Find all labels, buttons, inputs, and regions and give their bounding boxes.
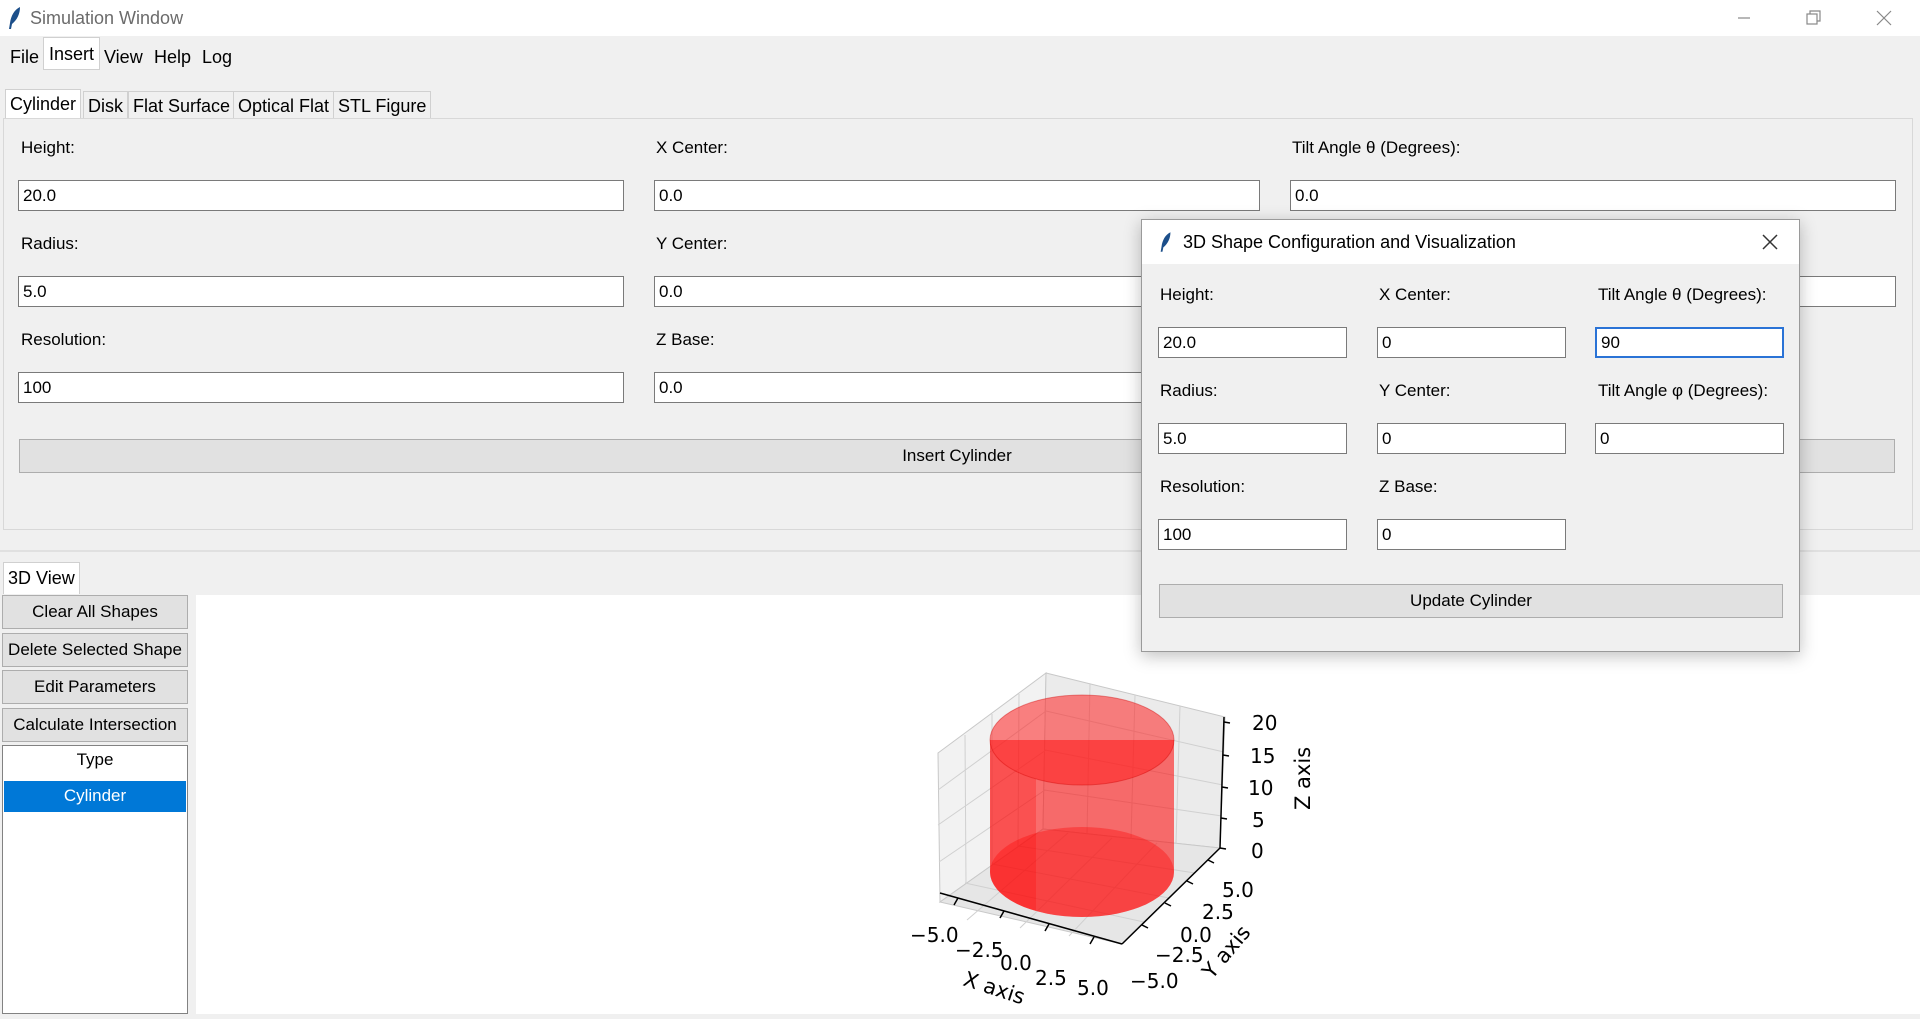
menu-file[interactable]: File — [4, 40, 45, 70]
y-tick: 2.5 — [1202, 900, 1234, 924]
x-tick: −2.5 — [955, 938, 1004, 962]
x-tick: 0.0 — [1000, 951, 1032, 975]
shape-list[interactable]: Type Cylinder — [2, 745, 188, 1014]
dialog-y-center-input[interactable] — [1377, 423, 1566, 454]
window-title: Simulation Window — [30, 8, 184, 28]
close-icon — [1762, 234, 1778, 250]
dialog-radius-label: Radius: — [1160, 381, 1218, 400]
height-label: Height: — [21, 138, 75, 157]
dialog-tilt-phi-input[interactable] — [1595, 423, 1784, 454]
dialog-height-label: Height: — [1160, 285, 1214, 304]
x-tick: −5.0 — [910, 923, 959, 947]
calculate-intersection-button[interactable]: Calculate Intersection — [2, 708, 188, 742]
cylinder-shape — [989, 694, 1175, 917]
menu-view[interactable]: View — [98, 40, 149, 70]
radius-label: Radius: — [21, 234, 79, 253]
dialog-tilt-theta-input[interactable] — [1595, 327, 1784, 358]
y-tick: 5.0 — [1222, 878, 1254, 902]
dialog-z-base-input[interactable] — [1377, 519, 1566, 550]
dialog-y-center-label: Y Center: — [1379, 381, 1451, 400]
dialog-height-input[interactable] — [1158, 327, 1347, 358]
x-center-input[interactable] — [654, 180, 1260, 211]
feather-icon — [1160, 232, 1171, 252]
height-input[interactable] — [18, 180, 624, 211]
restore-button[interactable] — [1779, 0, 1849, 36]
dialog-radius-input[interactable] — [1158, 423, 1347, 454]
z-axis-label: Z axis — [1291, 747, 1315, 810]
menu-insert[interactable]: Insert — [43, 37, 101, 70]
menu-log[interactable]: Log — [196, 40, 238, 70]
close-window-button[interactable] — [1849, 0, 1919, 36]
dialog-z-base-label: Z Base: — [1379, 477, 1438, 496]
feather-icon — [9, 7, 20, 29]
dialog-close-button[interactable] — [1750, 224, 1790, 260]
y-center-label: Y Center: — [656, 234, 728, 253]
radius-input[interactable] — [18, 276, 624, 307]
dialog-tilt-theta-label: Tilt Angle θ (Degrees): — [1598, 285, 1767, 304]
menu-help[interactable]: Help — [148, 40, 197, 70]
list-header[interactable]: Type — [3, 750, 187, 770]
y-tick: 0.0 — [1180, 923, 1212, 947]
tab-optical-flat[interactable]: Optical Flat — [233, 91, 335, 119]
dialog-x-center-label: X Center: — [1379, 285, 1451, 304]
x-tick: 5.0 — [1077, 976, 1109, 1000]
z-tick: 20 — [1252, 711, 1277, 735]
dialog-tilt-phi-label: Tilt Angle φ (Degrees): — [1598, 381, 1769, 400]
x-tick: 2.5 — [1035, 966, 1067, 990]
z-base-label: Z Base: — [656, 330, 715, 349]
z-tick: 0 — [1251, 839, 1264, 863]
tilt-theta-input[interactable] — [1290, 180, 1896, 211]
clear-all-shapes-button[interactable]: Clear All Shapes — [2, 595, 188, 629]
z-tick: 10 — [1248, 776, 1273, 800]
dialog-resolution-label: Resolution: — [1160, 477, 1246, 496]
z-tick: 15 — [1250, 744, 1275, 768]
z-tick: 5 — [1252, 808, 1265, 832]
restore-icon — [1806, 10, 1821, 25]
3d-plot: 20 15 10 5 0 Z axis −5.0 −2.5 0.0 2.5 5.… — [910, 671, 1315, 1009]
y-tick: −5.0 — [1130, 969, 1179, 993]
delete-selected-shape-button[interactable]: Delete Selected Shape — [2, 633, 188, 667]
tilt-theta-label: Tilt Angle θ (Degrees): — [1292, 138, 1461, 157]
list-item[interactable]: Cylinder — [4, 781, 186, 812]
minimize-icon — [1738, 17, 1750, 19]
x-center-label: X Center: — [656, 138, 728, 157]
tab-stl-figure[interactable]: STL Figure — [333, 91, 432, 119]
tab-3d-view[interactable]: 3D View — [3, 562, 80, 594]
edit-parameters-button[interactable]: Edit Parameters — [2, 670, 188, 704]
dialog-title-bar: 3D Shape Configuration and Visualization — [1142, 220, 1799, 264]
dialog-x-center-input[interactable] — [1377, 327, 1566, 358]
resolution-label: Resolution: — [21, 330, 107, 349]
shape-config-dialog: 3D Shape Configuration and Visualization… — [1141, 219, 1800, 652]
dialog-title: 3D Shape Configuration and Visualization — [1183, 232, 1516, 252]
tab-cylinder[interactable]: Cylinder — [5, 89, 82, 119]
tab-disk[interactable]: Disk — [83, 91, 128, 119]
minimize-button[interactable] — [1709, 0, 1779, 36]
plot-area: 20 15 10 5 0 Z axis −5.0 −2.5 0.0 2.5 5.… — [196, 595, 1920, 1014]
update-cylinder-button[interactable]: Update Cylinder — [1159, 584, 1783, 618]
close-icon — [1876, 10, 1892, 26]
resolution-input[interactable] — [18, 372, 624, 403]
title-bar: Simulation Window — [0, 0, 1920, 36]
tab-flat-surface[interactable]: Flat Surface — [128, 91, 236, 119]
dialog-resolution-input[interactable] — [1158, 519, 1347, 550]
